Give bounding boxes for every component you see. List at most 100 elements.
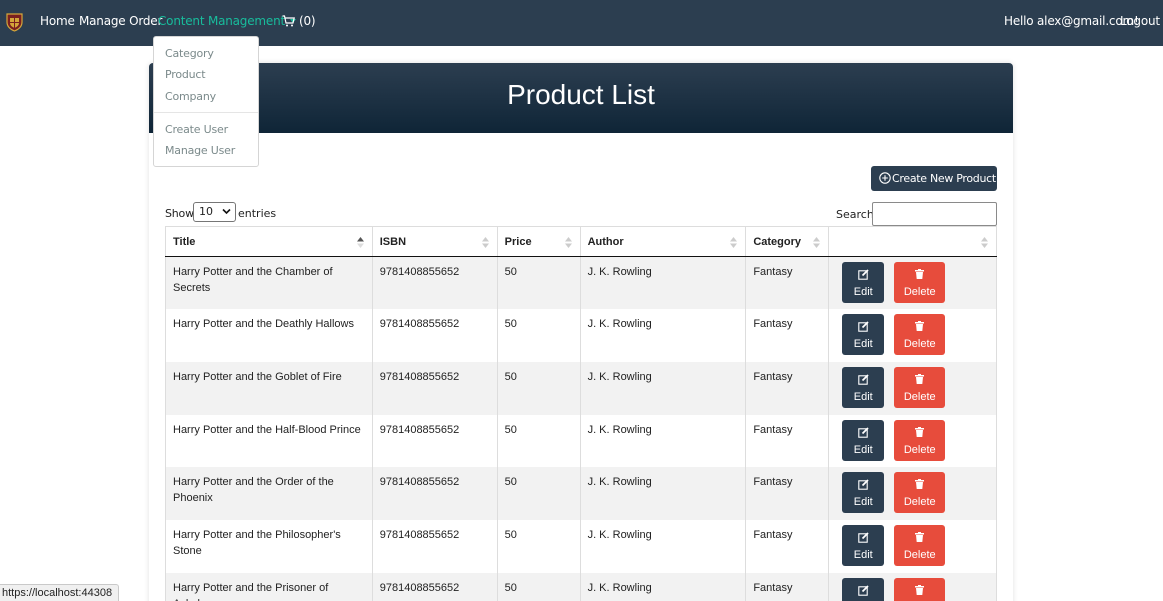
column-label: Title: [173, 235, 196, 248]
page-length-value: 10: [199, 205, 213, 218]
delete-button[interactable]: Delete: [894, 366, 946, 408]
trash-icon: [915, 584, 925, 595]
delete-button[interactable]: Delete: [894, 472, 946, 514]
delete-button[interactable]: Delete: [894, 524, 946, 566]
edit-icon: [858, 532, 869, 543]
column-header-title[interactable]: Title: [165, 226, 373, 257]
edit-icon: [858, 426, 869, 438]
edit-button[interactable]: Edit: [842, 314, 885, 356]
edit-button[interactable]: Edit: [842, 577, 885, 601]
cell-title: Harry Potter and the Half-Blood Prince: [165, 414, 373, 468]
edit-label: Edit: [853, 338, 873, 351]
row-actions: Edit Delete: [836, 419, 989, 464]
cell-author: J. K. Rowling: [579, 414, 747, 468]
dropdown-item-company[interactable]: Company: [165, 90, 216, 103]
table-row: Harry Potter and the Philosopher's Stone…: [165, 519, 997, 573]
cell-title: Harry Potter and the Prisoner of Azkaban: [165, 572, 373, 601]
column-label: Price: [504, 235, 532, 248]
cell-title: Harry Potter and the Order of the Phoeni…: [165, 467, 373, 520]
crest-logo-icon[interactable]: [6, 12, 23, 32]
dropdown-item-product[interactable]: Product: [165, 68, 206, 81]
nav-content-management[interactable]: Content Management: [158, 14, 296, 28]
cell-price: 50: [496, 519, 581, 573]
cell-actions: Edit Delete: [828, 361, 997, 415]
cell-category: Fantasy: [745, 519, 830, 573]
delete-button[interactable]: Delete: [894, 419, 946, 461]
edit-label: Edit: [853, 443, 873, 456]
cell-price: 50: [496, 309, 581, 362]
cell-isbn: 9781408855652: [371, 467, 498, 520]
row-actions: Edit Delete: [836, 472, 989, 516]
edit-label: Edit: [853, 286, 873, 298]
create-new-product-label: Create New Product: [892, 172, 996, 185]
trash-icon: [915, 321, 925, 332]
column-header-price[interactable]: Price: [496, 226, 581, 257]
edit-icon: [858, 374, 869, 385]
product-list-card: Product List Create New Product Show 10 …: [149, 63, 1013, 601]
dropdown-item-manage-user[interactable]: Manage User: [165, 144, 235, 157]
cell-category: Fantasy: [745, 256, 830, 310]
cell-actions: Edit Delete: [828, 467, 997, 520]
trash-icon: [915, 531, 925, 542]
cart-icon[interactable]: [282, 15, 295, 27]
delete-label: Delete: [903, 548, 936, 561]
page-length-select[interactable]: 10: [193, 202, 236, 222]
cell-actions: Edit Delete: [828, 572, 997, 601]
edit-button[interactable]: Edit: [842, 472, 885, 514]
nav-home[interactable]: Home: [40, 14, 75, 28]
edit-button[interactable]: Edit: [842, 366, 885, 408]
cell-isbn: 9781408855652: [371, 256, 498, 310]
column-header-category[interactable]: Category: [745, 226, 830, 257]
cell-title: Harry Potter and the Goblet of Fire: [165, 361, 373, 415]
cell-author: J. K. Rowling: [579, 519, 747, 573]
row-actions: Edit Delete: [836, 577, 989, 601]
delete-button[interactable]: Delete: [894, 262, 946, 303]
trash-icon: [915, 479, 925, 490]
column-header-isbn[interactable]: ISBN: [371, 226, 498, 257]
edit-button[interactable]: Edit: [842, 262, 885, 303]
user-greeting[interactable]: Hello alex@gmail.com!: [1004, 14, 1139, 28]
cell-category: Fantasy: [745, 361, 830, 415]
page-title: Product List: [507, 79, 655, 110]
create-new-product-button[interactable]: Create New Product: [871, 166, 997, 191]
content-management-dropdown: Category Product Company Create User Man…: [153, 36, 259, 167]
logout-link[interactable]: Logout: [1120, 14, 1160, 28]
product-table: Title ISBN Price Author Category Harry P…: [165, 226, 997, 601]
table-row: Harry Potter and the Prisoner of Azkaban…: [165, 572, 997, 601]
column-header-actions[interactable]: [828, 226, 997, 257]
cell-title: Harry Potter and the Philosopher's Stone: [165, 519, 373, 573]
table-header-row: Title ISBN Price Author Category: [165, 226, 997, 257]
dropdown-item-category[interactable]: Category: [165, 47, 214, 60]
cart-count[interactable]: (0): [299, 14, 316, 28]
cell-author: J. K. Rowling: [579, 361, 747, 415]
trash-icon: [915, 426, 925, 437]
row-actions: Edit Delete: [836, 524, 989, 569]
dropdown-item-create-user[interactable]: Create User: [165, 123, 228, 136]
cell-category: Fantasy: [745, 414, 830, 468]
edit-icon: [858, 479, 869, 490]
cell-isbn: 9781408855652: [371, 572, 498, 601]
nav-manage-order[interactable]: Manage Order: [79, 14, 162, 28]
delete-button[interactable]: Delete: [894, 577, 946, 601]
cell-author: J. K. Rowling: [579, 309, 747, 362]
cell-price: 50: [496, 572, 581, 601]
trash-icon: [915, 373, 925, 384]
cell-actions: Edit Delete: [828, 309, 997, 362]
table-row: Harry Potter and the Chamber of Secrets 9…: [165, 256, 997, 310]
search-input[interactable]: [872, 202, 997, 226]
edit-button[interactable]: Edit: [842, 419, 885, 461]
table-row: Harry Potter and the Half-Blood Prince 97…: [165, 414, 997, 468]
cell-category: Fantasy: [745, 572, 830, 601]
cell-actions: Edit Delete: [828, 519, 997, 573]
row-actions: Edit Delete: [836, 314, 989, 358]
column-header-author[interactable]: Author: [579, 226, 747, 257]
delete-label: Delete: [903, 286, 936, 298]
edit-button[interactable]: Edit: [842, 524, 885, 566]
sort-ascending-icon: [356, 237, 364, 248]
edit-icon: [858, 269, 869, 280]
nav-content-management-label: Content Management: [158, 14, 285, 28]
table-body: Harry Potter and the Chamber of Secrets 9…: [165, 256, 997, 601]
cell-author: J. K. Rowling: [579, 467, 747, 520]
delete-button[interactable]: Delete: [894, 314, 946, 356]
cell-isbn: 9781408855652: [371, 309, 498, 362]
